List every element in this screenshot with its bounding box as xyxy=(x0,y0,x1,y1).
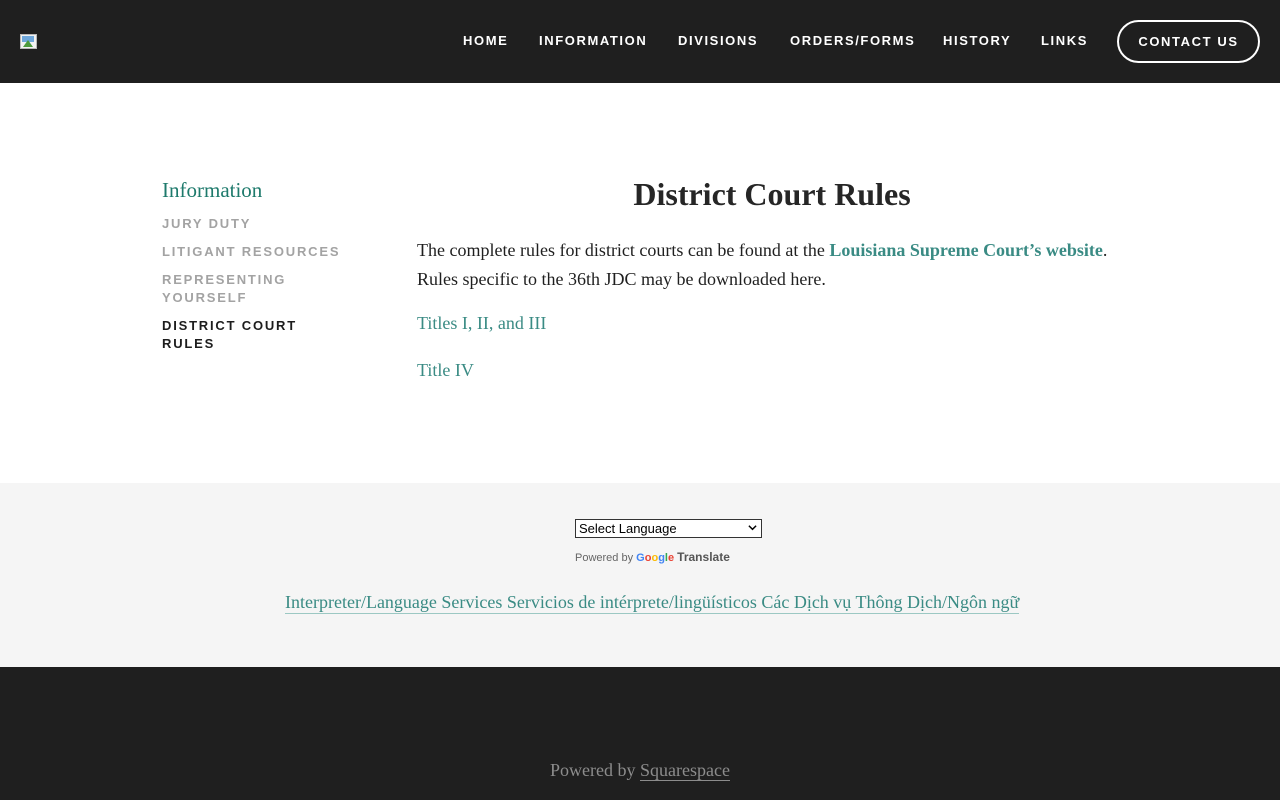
nav-home[interactable]: HOME xyxy=(463,33,508,48)
powered-by-label: Powered by xyxy=(575,552,634,564)
sidebar-item-representing-yourself[interactable]: REPRESENTING YOURSELF xyxy=(162,271,322,307)
rules-description: The complete rules for district courts c… xyxy=(417,236,1117,294)
nav-orders-forms[interactable]: ORDERS/FORMS xyxy=(790,33,915,48)
footer-powered-label: Powered by xyxy=(550,760,640,780)
squarespace-link[interactable]: Squarespace xyxy=(640,760,730,781)
translate-label[interactable]: Translate xyxy=(677,550,730,564)
sidebar-item-district-court-rules[interactable]: DISTRICT COURT RULES xyxy=(162,317,322,353)
site-header: HOME INFORMATION DIVISIONS ORDERS/FORMS … xyxy=(0,0,1280,83)
language-select-value: Select Language xyxy=(579,521,677,536)
para-text-before: The complete rules for district courts c… xyxy=(417,240,830,260)
footer-powered-by: Powered by Squarespace xyxy=(0,760,1280,781)
broken-image-icon[interactable] xyxy=(20,34,37,49)
sidebar-item-jury-duty[interactable]: JURY DUTY xyxy=(162,215,362,233)
language-select[interactable]: Select Language xyxy=(575,519,762,538)
supreme-court-website-link[interactable]: Louisiana Supreme Court’s website xyxy=(829,240,1103,260)
nav-information[interactable]: INFORMATION xyxy=(539,33,647,48)
title-iv-link[interactable]: Title IV xyxy=(417,360,474,381)
nav-history[interactable]: HISTORY xyxy=(943,33,1011,48)
contact-us-button[interactable]: CONTACT US xyxy=(1117,20,1260,63)
nav-links[interactable]: LINKS xyxy=(1041,33,1088,48)
sidebar-item-litigant-resources[interactable]: LITIGANT RESOURCES xyxy=(162,243,362,261)
google-translate-attribution: Powered by Google Translate xyxy=(575,550,730,564)
titles-i-ii-iii-link[interactable]: Titles I, II, and III xyxy=(417,313,546,334)
page-title: District Court Rules xyxy=(633,176,911,212)
translate-section xyxy=(0,483,1280,667)
sidebar-title[interactable]: Information xyxy=(162,178,262,203)
interpreter-services-link[interactable]: Interpreter/Language Services Servicios … xyxy=(285,591,1020,614)
chevron-down-icon xyxy=(748,525,757,531)
google-logo[interactable]: Google xyxy=(636,552,674,564)
nav-divisions[interactable]: DIVISIONS xyxy=(678,33,758,48)
